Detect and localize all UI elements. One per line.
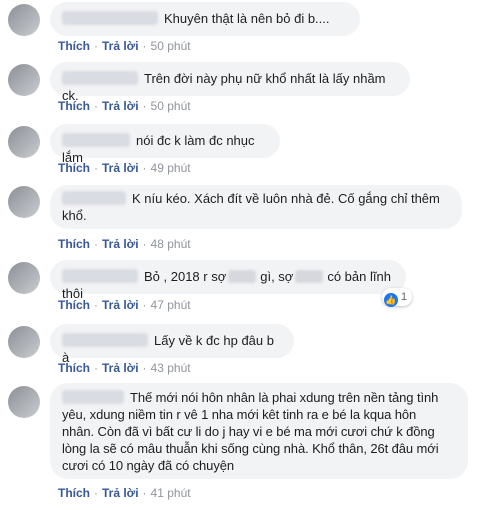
comment-actions: Thích · Trả lời · 50 phút bbox=[58, 39, 191, 53]
comment-text-line: nhân. Còn đã vì bất cư li do j hay vi e … bbox=[62, 424, 435, 439]
comment-bubble: Lấy về k đc hp đâu b à bbox=[50, 324, 294, 365]
separator: · bbox=[94, 99, 98, 113]
like-link[interactable]: Thích bbox=[58, 298, 90, 312]
like-link[interactable]: Thích bbox=[58, 99, 90, 113]
timestamp[interactable]: 50 phút bbox=[151, 39, 191, 53]
timestamp[interactable]: 43 phút bbox=[151, 361, 191, 375]
comment-text-line: K níu kéo. Xách đít về luôn nhà đẻ. Cố g… bbox=[132, 191, 440, 206]
timestamp[interactable]: 49 phút bbox=[151, 161, 191, 175]
comment-text: gì, sợ bbox=[260, 269, 294, 284]
blurred-word bbox=[295, 270, 324, 283]
comment-text: Khuyên thật là nên bỏ đi b.... bbox=[164, 11, 330, 26]
thumbs-up-icon: 👍 bbox=[384, 293, 398, 307]
avatar[interactable] bbox=[8, 262, 40, 294]
like-link[interactable]: Thích bbox=[58, 39, 90, 53]
blurred-author-name[interactable] bbox=[62, 191, 126, 205]
comment-actions: Thích · Trả lời · 47 phút bbox=[58, 298, 191, 312]
comment-bubble: Trên đời này phụ nữ khổ nhất là lấy nhầm… bbox=[50, 62, 410, 103]
separator: · bbox=[142, 39, 147, 53]
separator: · bbox=[142, 237, 147, 251]
avatar[interactable] bbox=[8, 386, 40, 418]
blurred-author-name[interactable] bbox=[62, 11, 158, 25]
reply-link[interactable]: Trả lời bbox=[102, 161, 139, 175]
comment-bubble: Khuyên thật là nên bỏ đi b.... bbox=[50, 2, 360, 36]
timestamp[interactable]: 47 phút bbox=[151, 298, 191, 312]
comment-actions: Thích · Trả lời · 50 phút bbox=[58, 99, 191, 113]
reply-link[interactable]: Trả lời bbox=[102, 361, 139, 375]
comment-bubble: Bỏ , 2018 r sợ gì, sợ có bản lĩnh thôi bbox=[50, 260, 406, 301]
separator: · bbox=[94, 39, 98, 53]
separator: · bbox=[142, 361, 147, 375]
reply-link[interactable]: Trả lời bbox=[102, 298, 139, 312]
comment-text-line: Thế mới nói hôn nhân là phai xdung trên … bbox=[130, 390, 439, 405]
reply-link[interactable]: Trả lời bbox=[102, 99, 139, 113]
like-link[interactable]: Thích bbox=[58, 361, 90, 375]
separator: · bbox=[142, 298, 147, 312]
timestamp[interactable]: 48 phút bbox=[151, 237, 191, 251]
reply-link[interactable]: Trả lời bbox=[102, 39, 139, 53]
avatar[interactable] bbox=[8, 186, 40, 218]
avatar[interactable] bbox=[8, 126, 40, 158]
blurred-author-name[interactable] bbox=[62, 269, 138, 283]
separator: · bbox=[94, 237, 98, 251]
reaction-count: 1 bbox=[401, 291, 408, 303]
comment-actions: Thích · Trả lời · 43 phút bbox=[58, 361, 191, 375]
comment-actions: Thích · Trả lời · 49 phút bbox=[58, 161, 191, 175]
blurred-author-name[interactable] bbox=[62, 133, 130, 147]
timestamp[interactable]: 50 phút bbox=[151, 99, 191, 113]
blurred-word bbox=[228, 270, 257, 283]
separator: · bbox=[94, 361, 98, 375]
comment-text-line: khổ. bbox=[62, 208, 87, 223]
reaction-badge[interactable]: 👍 1 bbox=[382, 288, 413, 307]
separator: · bbox=[94, 298, 98, 312]
comment-actions: Thích · Trả lời · 41 phút bbox=[58, 486, 191, 500]
comment-bubble: nói đc k làm đc nhục lắm bbox=[50, 124, 280, 165]
avatar[interactable] bbox=[8, 64, 40, 96]
timestamp[interactable]: 41 phút bbox=[151, 486, 191, 500]
comment-text-line: lòng la sẽ có mâu thuẫn khi sống cùng nh… bbox=[62, 441, 439, 456]
comment-text-line: cươi có 10 ngày đã có chuyện bbox=[62, 458, 234, 473]
like-link[interactable]: Thích bbox=[58, 486, 90, 500]
like-link[interactable]: Thích bbox=[58, 161, 90, 175]
separator: · bbox=[142, 161, 147, 175]
comment-bubble: K níu kéo. Xách đít về luôn nhà đẻ. Cố g… bbox=[50, 185, 462, 229]
comment-text: Bỏ , 2018 r sợ bbox=[144, 269, 227, 284]
separator: · bbox=[94, 161, 98, 175]
reply-link[interactable]: Trả lời bbox=[102, 237, 139, 251]
reply-link[interactable]: Trả lời bbox=[102, 486, 139, 500]
comment-actions: Thích · Trả lời · 48 phút bbox=[58, 237, 191, 251]
avatar[interactable] bbox=[8, 4, 40, 36]
separator: · bbox=[142, 99, 147, 113]
separator: · bbox=[94, 486, 98, 500]
like-link[interactable]: Thích bbox=[58, 237, 90, 251]
comment-text-line: yêu, xdung niềm tin r vê 1 nha mới kêt t… bbox=[62, 407, 417, 422]
comment-bubble: Thế mới nói hôn nhân là phai xdung trên … bbox=[50, 383, 468, 479]
blurred-author-name[interactable] bbox=[62, 390, 124, 404]
blurred-author-name[interactable] bbox=[62, 71, 138, 85]
avatar[interactable] bbox=[8, 326, 40, 358]
blurred-author-name[interactable] bbox=[62, 333, 148, 347]
separator: · bbox=[142, 486, 147, 500]
